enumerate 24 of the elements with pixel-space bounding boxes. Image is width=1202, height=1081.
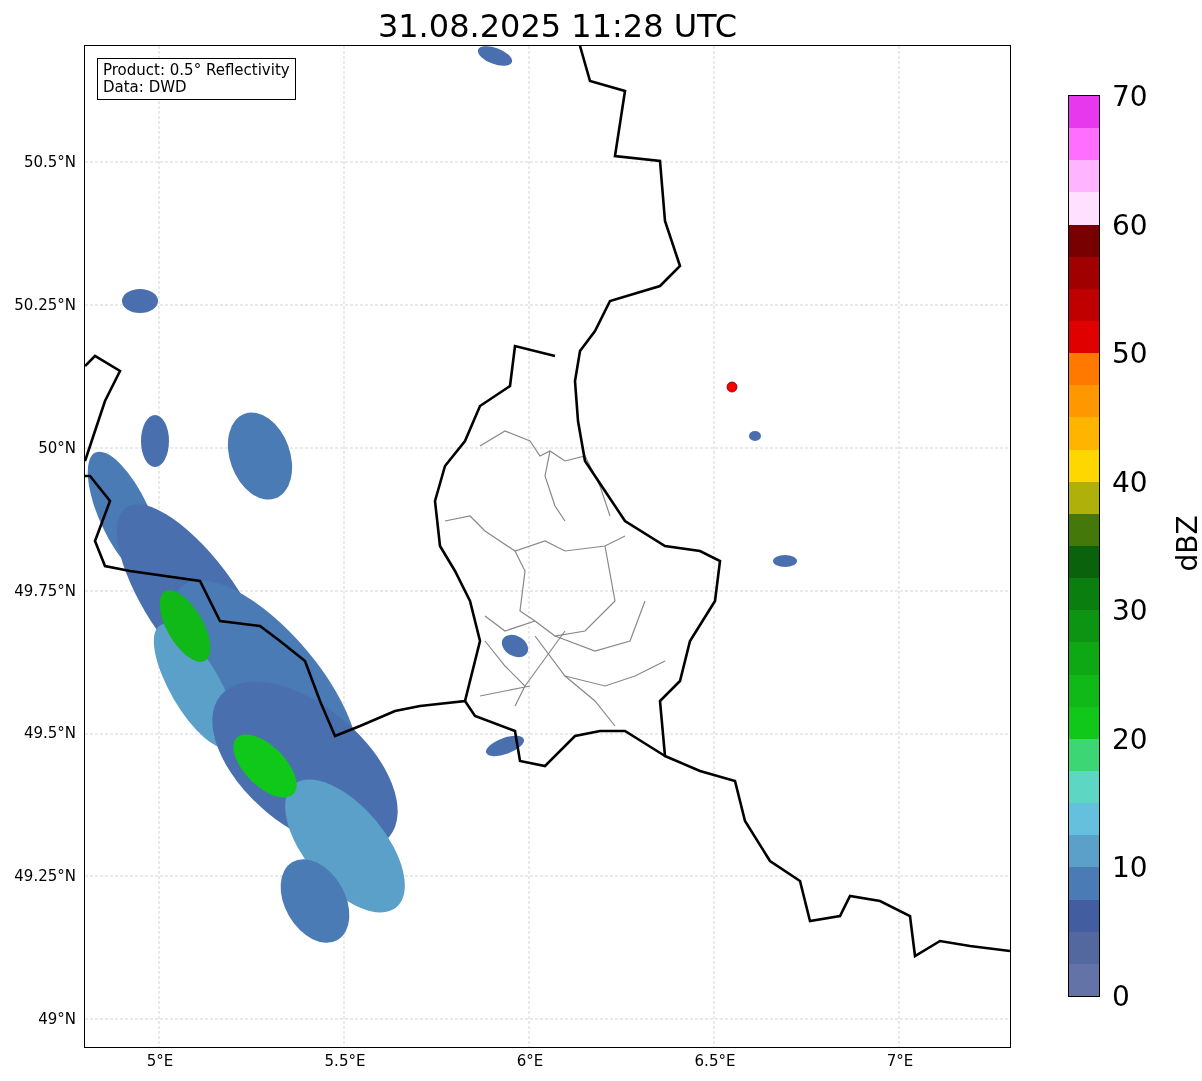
scale-label: 20	[1112, 722, 1148, 756]
scale-label: 40	[1112, 465, 1148, 499]
scale-label: 70	[1112, 79, 1148, 113]
longitude-label: 5.5°E	[324, 1052, 366, 1070]
latitude-label: 49.75°N	[14, 581, 76, 600]
info-text: Product: 0.5° Reflectivity	[103, 62, 290, 79]
info-text: Data: DWD	[103, 79, 188, 96]
longitude-label: 5°E	[146, 1052, 174, 1070]
longitude-label: 7°E	[886, 1052, 914, 1070]
latitude-label: 49.25°N	[14, 867, 76, 886]
latitude-label: 50.25°N	[14, 295, 76, 314]
chart-title: 31.08.2025 11:28 UTC	[376, 6, 739, 45]
latitude-label: 49°N	[38, 1010, 76, 1028]
scale-label: 60	[1112, 208, 1148, 242]
axis-label: dBZ	[1170, 515, 1202, 572]
latitude-label: 49.5°N	[23, 724, 76, 743]
longitude-label: 6°E	[516, 1052, 544, 1070]
scale-label: 50	[1112, 336, 1148, 370]
scale-label: 0	[1112, 979, 1130, 1013]
latitude-label: 50°N	[38, 438, 76, 457]
scale-label: 10	[1112, 850, 1148, 884]
latitude-label: 50.5°N	[23, 153, 76, 171]
longitude-label: 6.5°E	[694, 1052, 736, 1070]
scale-label: 30	[1112, 593, 1148, 627]
